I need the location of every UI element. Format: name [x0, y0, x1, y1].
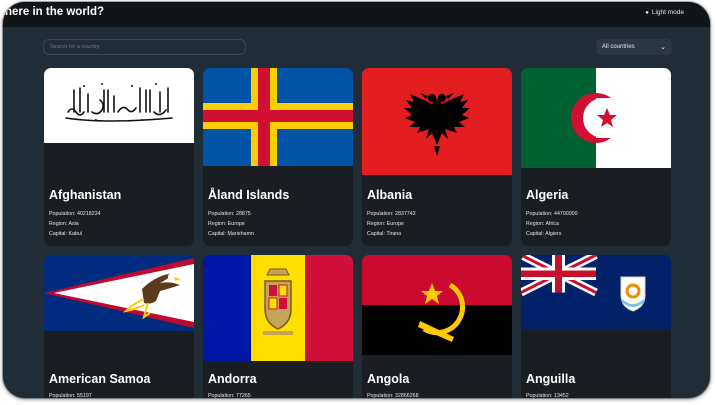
population-line: Population: 55197 [49, 393, 92, 398]
country-name: Albania [367, 188, 413, 202]
country-name: Angola [367, 372, 410, 386]
albania-flag [362, 68, 512, 175]
population-line: Population: 44700000 [526, 211, 578, 217]
region-line: Region: Europe [208, 221, 245, 227]
country-card-afghanistan[interactable]: Afghanistan Population: 40218234 Region:… [44, 68, 194, 246]
algeria-flag [521, 68, 671, 168]
region-line: Region: Asia [49, 221, 79, 227]
american-samoa-flag [44, 255, 194, 331]
angola-flag [362, 255, 512, 355]
capital-line: Capital: Kabul [49, 231, 83, 237]
region-line: Region: Europe [367, 221, 404, 227]
afghanistan-flag [44, 68, 194, 143]
region-line: Region: Africa [526, 221, 559, 227]
country-card-albania[interactable]: Albania Population: 2837743 Region: Euro… [362, 68, 512, 246]
country-card-andorra[interactable]: Andorra Population: 77265 [203, 255, 353, 398]
country-card-angola[interactable]: Angola Population: 32866268 [362, 255, 512, 398]
aland-flag [203, 68, 353, 166]
capital-line: Capital: Mariehamn [208, 231, 254, 237]
anguilla-flag [521, 255, 671, 330]
country-name: Afghanistan [49, 188, 122, 202]
country-name: Andorra [208, 372, 257, 386]
country-card-algeria[interactable]: Algeria Population: 44700000 Region: Afr… [521, 68, 671, 246]
population-line: Population: 32866268 [367, 393, 419, 398]
population-line: Population: 77265 [208, 393, 251, 398]
andorra-flag [203, 255, 353, 361]
country-name: American Samoa [49, 372, 151, 386]
population-line: Population: 13452 [526, 393, 569, 398]
country-name: Åland Islands [208, 188, 290, 202]
country-card-aland-islands[interactable]: Åland Islands Population: 28875 Region: … [203, 68, 353, 246]
country-name: Anguilla [526, 372, 576, 386]
country-card-american-samoa[interactable]: American Samoa Population: 55197 [44, 255, 194, 398]
population-line: Population: 40218234 [49, 211, 101, 217]
country-grid: Afghanistan Population: 40218234 Region:… [3, 2, 710, 398]
capital-line: Capital: Tirana [367, 231, 402, 237]
country-name: Algeria [526, 188, 569, 202]
country-card-anguilla[interactable]: Anguilla Population: 13452 [521, 255, 671, 398]
browser-window: here in the world? ● Light mode All coun… [3, 2, 710, 398]
capital-line: Capital: Algiers [526, 231, 562, 237]
population-line: Population: 28875 [208, 211, 251, 217]
population-line: Population: 2837743 [367, 211, 416, 217]
